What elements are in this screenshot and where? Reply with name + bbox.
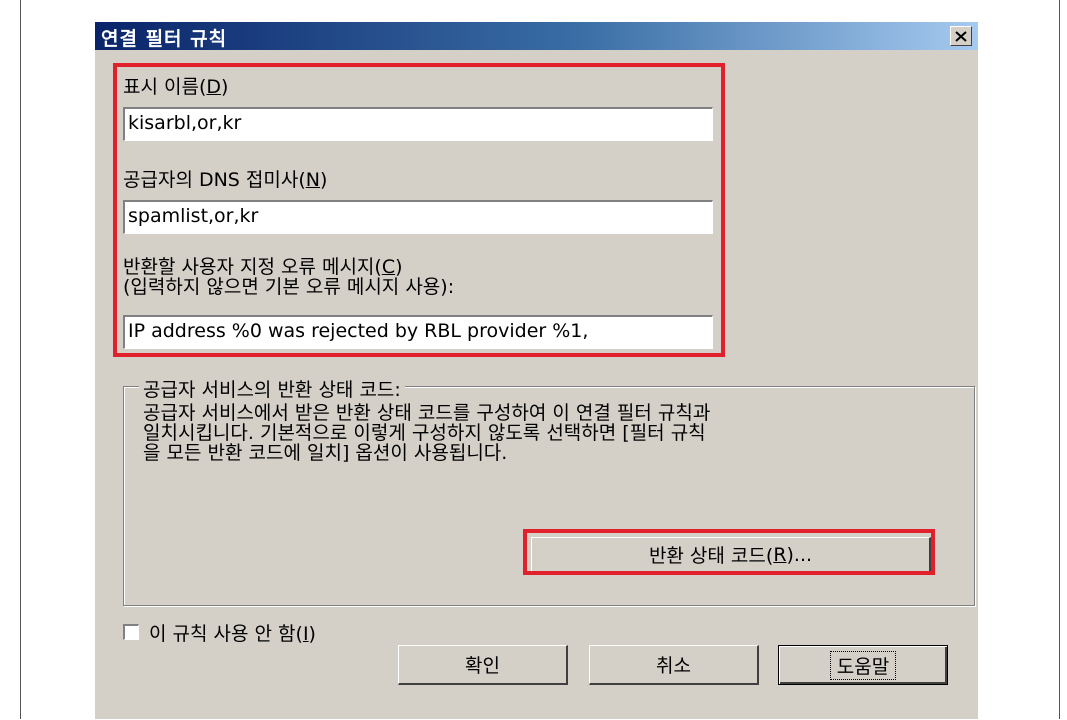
close-icon [955,30,967,42]
connection-filter-rule-dialog: 연결 필터 규칙 표시 이름(D) kisarbl,or,kr 공급자의 DNS… [95,22,978,719]
dialog-title: 연결 필터 규칙 [101,28,228,50]
cancel-button[interactable]: 취소 [589,645,759,685]
disable-rule-label: 이 규칙 사용 안 함(I) [149,623,316,645]
status-code-description: 공급자 서비스에서 받은 반환 상태 코드를 구성하여 이 연결 필터 규칙과 … [143,402,711,464]
status-code-group-legend: 공급자 서비스의 반환 상태 코드: [139,375,405,402]
status-button-highlight-box [523,529,935,575]
ok-button[interactable]: 확인 [398,645,568,685]
disable-rule-checkbox[interactable] [123,624,139,640]
help-button-label: 도움말 [829,650,897,680]
close-button[interactable] [950,26,972,46]
title-bar: 연결 필터 규칙 [95,22,978,50]
help-button[interactable]: 도움말 [778,645,948,685]
fields-highlight-box [113,63,725,357]
